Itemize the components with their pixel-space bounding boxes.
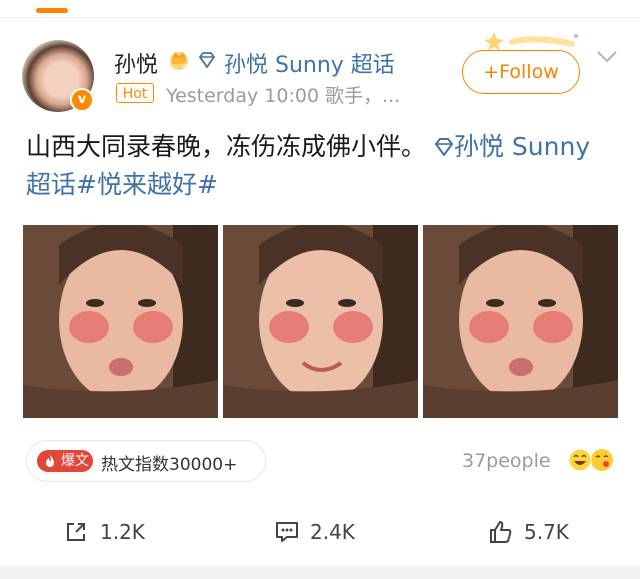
viral-badge-label: 爆文	[61, 453, 89, 469]
diamond-icon	[434, 138, 454, 156]
share-button[interactable]: 1.2K	[64, 508, 174, 556]
share-count: 1.2K	[100, 520, 145, 544]
top-divider	[0, 17, 640, 18]
post-text-main: 山西大同录春晚，冻伤冻成佛小伴。	[26, 132, 427, 161]
supertopic-link[interactable]: 孙悦 Sunny 超话	[224, 47, 395, 79]
svg-text:5: 5	[183, 63, 187, 70]
post-photo-3[interactable]	[423, 225, 618, 418]
share-icon	[67, 523, 85, 541]
username[interactable]: 孙悦	[114, 47, 158, 79]
post-meta: Yesterday 10:00 歌手，...	[166, 85, 401, 107]
top-accent-bar	[36, 8, 68, 13]
like-icon	[490, 521, 512, 543]
chevron-down-icon[interactable]	[596, 50, 618, 64]
avatar[interactable]: v	[22, 40, 94, 112]
hashtag-link[interactable]: #悦来越好#	[76, 170, 218, 199]
like-button[interactable]: 5.7K	[488, 508, 598, 556]
post-photo-2[interactable]	[223, 225, 418, 418]
post-text: 山西大同录春晚，冻伤冻成佛小伴。 孙悦 Sunny 超话#悦来越好#	[26, 128, 616, 204]
comment-icon	[276, 522, 298, 542]
fire-icon	[46, 455, 54, 467]
hot-index-pill[interactable]: 爆文 热文指数30000+	[26, 440, 266, 482]
verified-badge-icon: v	[70, 88, 94, 112]
kiss-emoji-icon	[591, 449, 613, 471]
viral-badge: 爆文	[37, 450, 93, 472]
laugh-emoji-icon	[568, 448, 592, 472]
reaction-count[interactable]: 37people	[462, 450, 551, 472]
comment-count: 2.4K	[310, 520, 355, 544]
action-bar: 1.2K 2.4K 5.7K	[0, 508, 640, 556]
diamond-icon	[198, 52, 216, 68]
hot-badge: Hot	[116, 83, 154, 103]
like-count: 5.7K	[524, 520, 569, 544]
comment-button[interactable]: 2.4K	[274, 508, 384, 556]
crown-icon: 5	[170, 52, 188, 70]
bottom-divider	[0, 566, 640, 579]
follow-button[interactable]: +Follow	[462, 50, 580, 94]
hot-index-text: 热文指数30000+	[101, 455, 238, 475]
post-photo-1[interactable]	[23, 225, 218, 418]
